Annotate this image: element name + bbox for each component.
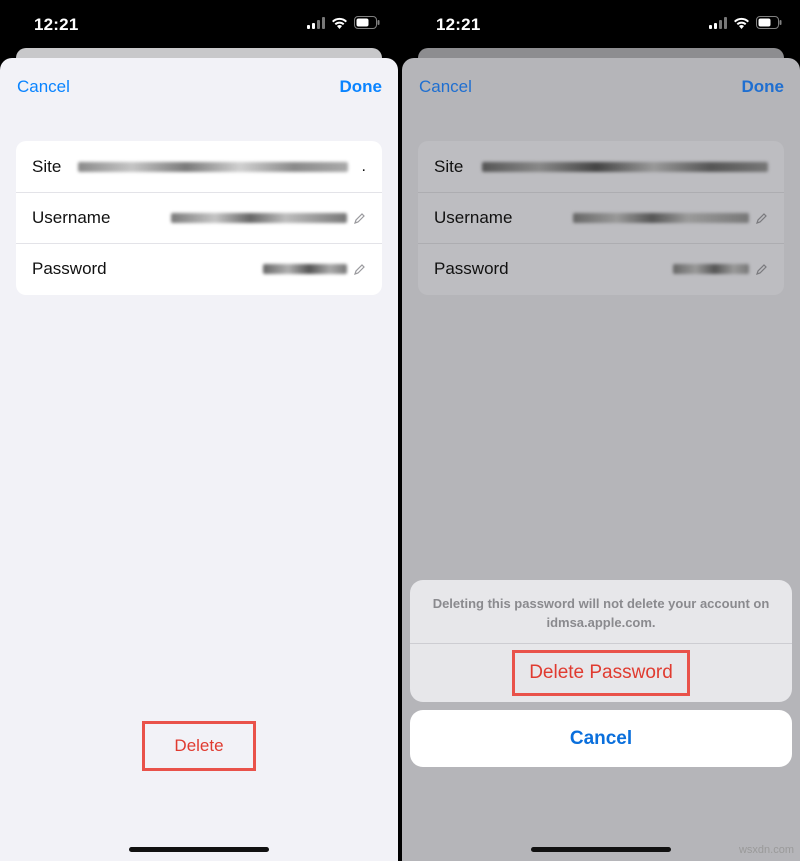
redacted-username xyxy=(171,213,347,223)
site-value xyxy=(482,161,768,172)
signal-icon xyxy=(709,16,727,29)
site-label: Site xyxy=(32,156,62,176)
status-icons xyxy=(709,16,782,29)
battery-icon xyxy=(354,16,380,29)
cancel-button[interactable]: Cancel xyxy=(419,77,472,97)
password-value xyxy=(263,263,366,276)
action-separator xyxy=(410,643,792,644)
redacted-site xyxy=(482,161,768,172)
pencil-icon[interactable] xyxy=(353,212,366,225)
credentials-group: Site . Username Password xyxy=(16,141,382,295)
home-indicator[interactable] xyxy=(531,847,671,852)
phone-screen-left: 12:21 Cancel Done Site . Username Passwo… xyxy=(0,0,398,861)
delete-action-sheet: Deleting this password will not delete y… xyxy=(410,580,792,702)
phone-screen-right: 12:21 Cancel Done Site Username Password… xyxy=(402,0,800,861)
redacted-password xyxy=(263,264,347,274)
username-value xyxy=(573,212,768,225)
redacted-username xyxy=(573,213,749,223)
pencil-icon[interactable] xyxy=(755,263,768,276)
pencil-icon[interactable] xyxy=(353,263,366,276)
site-value: . xyxy=(77,157,366,176)
site-row[interactable]: Site . xyxy=(16,141,382,192)
password-row[interactable]: Password xyxy=(16,243,382,294)
watermark: wsxdn.com xyxy=(738,844,794,856)
password-row[interactable]: Password xyxy=(418,243,784,294)
wifi-icon xyxy=(331,17,348,29)
status-time: 12:21 xyxy=(436,15,481,34)
delete-password-button[interactable]: Delete Password xyxy=(529,662,673,684)
pencil-icon[interactable] xyxy=(755,212,768,225)
username-value xyxy=(171,212,366,225)
delete-password-highlight: Delete Password xyxy=(512,650,690,696)
username-row[interactable]: Username xyxy=(418,192,784,243)
password-label: Password xyxy=(32,259,107,278)
redacted-password xyxy=(673,264,749,274)
action-cancel-button[interactable]: Cancel xyxy=(570,728,632,750)
done-button[interactable]: Done xyxy=(340,77,383,97)
status-bar: 12:21 xyxy=(0,0,398,48)
redacted-site xyxy=(77,161,348,172)
cancel-button[interactable]: Cancel xyxy=(17,77,70,97)
status-bar: 12:21 xyxy=(402,0,800,48)
action-sheet-message: Deleting this password will not delete y… xyxy=(432,596,770,630)
username-label: Username xyxy=(434,208,513,227)
wifi-icon xyxy=(733,17,750,29)
password-value xyxy=(673,263,768,276)
password-label: Password xyxy=(434,259,509,278)
site-label: Site xyxy=(434,156,464,176)
username-row[interactable]: Username xyxy=(16,192,382,243)
action-sheet-cancel[interactable]: Cancel xyxy=(410,710,792,767)
battery-icon xyxy=(756,16,782,29)
site-row[interactable]: Site xyxy=(418,141,784,192)
done-button[interactable]: Done xyxy=(742,77,785,97)
status-icons xyxy=(307,16,380,29)
nav-bar: Cancel Done xyxy=(0,58,398,116)
nav-bar: Cancel Done xyxy=(402,58,800,116)
home-indicator[interactable] xyxy=(129,847,269,852)
username-label: Username xyxy=(32,208,111,227)
site-trailing: . xyxy=(361,157,366,175)
signal-icon xyxy=(307,16,325,29)
delete-highlight: Delete xyxy=(142,721,256,771)
credentials-group: Site Username Password xyxy=(418,141,784,295)
delete-button[interactable]: Delete xyxy=(174,736,223,756)
status-time: 12:21 xyxy=(34,15,79,34)
